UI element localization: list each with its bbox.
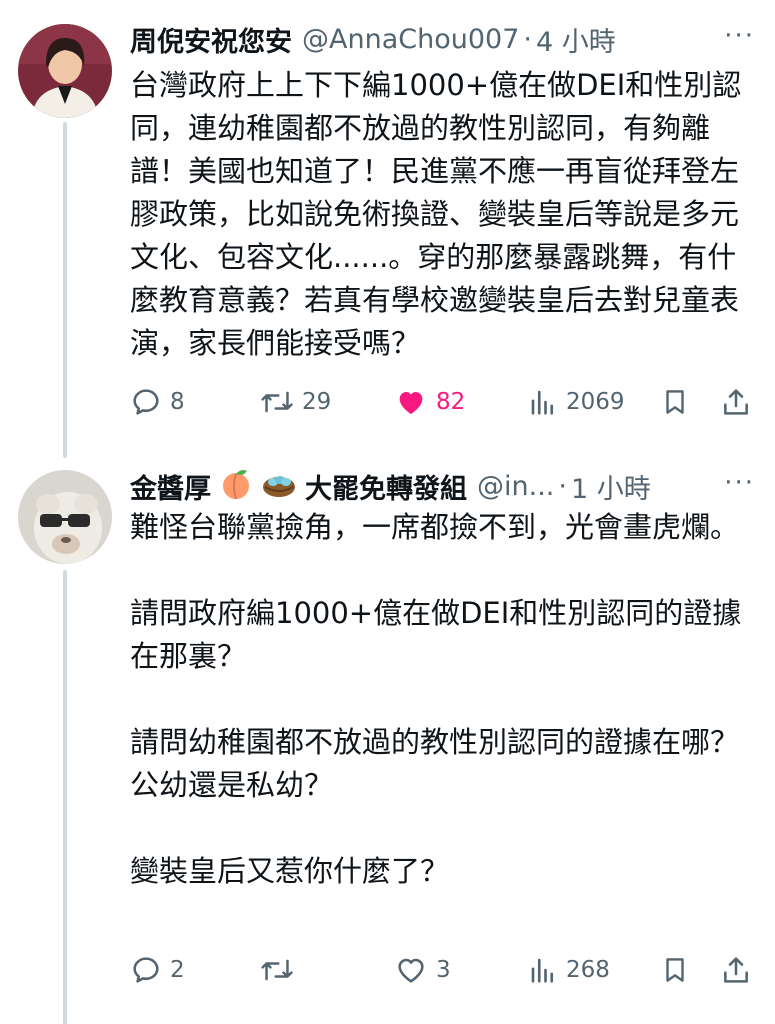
- tweet-text: 台灣政府上上下下編1000+億在做DEI和性別認同，連幼稚園都不放過的教性別認同…: [130, 68, 742, 360]
- retweet-button[interactable]: [260, 950, 302, 990]
- timestamp[interactable]: 1 小時: [571, 467, 651, 506]
- like-button[interactable]: 82: [394, 382, 465, 422]
- separator: ·: [558, 470, 567, 502]
- bookmark-icon: [660, 386, 690, 418]
- reply-icon: [130, 954, 162, 986]
- tweet[interactable]: 周倪安祝您安 @AnnaChou007 · 4 小時 ··· 台灣政府上上下下編…: [0, 0, 775, 458]
- retweet-icon: [260, 386, 294, 418]
- views-icon: [528, 955, 558, 985]
- more-icon[interactable]: ···: [724, 468, 755, 498]
- like-count: 82: [436, 389, 466, 415]
- handle[interactable]: @in...: [477, 471, 554, 502]
- bookmark-icon: [660, 954, 690, 986]
- thread-line: [63, 122, 67, 458]
- tweet[interactable]: 金醬厚 大罷免轉發組 @in... · 1 小時 ··· 難怪台聯黨撿角，一席都…: [0, 452, 775, 1024]
- share-button[interactable]: [720, 382, 752, 422]
- tweet-header: 金醬厚 大罷免轉發組 @in... · 1 小時 ···: [130, 464, 755, 508]
- reply-button[interactable]: 2: [130, 950, 185, 990]
- share-icon: [720, 386, 752, 418]
- reply-button[interactable]: 8: [130, 382, 185, 422]
- views-button[interactable]: 2069: [528, 382, 625, 422]
- views-button[interactable]: 268: [528, 950, 610, 990]
- separator: ·: [523, 23, 532, 55]
- retweet-count: 29: [302, 389, 332, 415]
- like-count: 3: [436, 957, 451, 983]
- avatar[interactable]: [18, 24, 112, 118]
- more-icon[interactable]: ···: [724, 21, 755, 51]
- action-bar: 2 3 268: [130, 950, 755, 990]
- share-button[interactable]: [720, 950, 752, 990]
- peach-emoji: [219, 467, 253, 505]
- heart-icon: [394, 954, 428, 986]
- share-icon: [720, 954, 752, 986]
- retweet-button[interactable]: 29: [260, 382, 331, 422]
- handle[interactable]: @AnnaChou007: [302, 24, 519, 55]
- heart-icon: [394, 386, 428, 418]
- timestamp[interactable]: 4 小時: [536, 20, 616, 59]
- tweet-text: 難怪台聯黨撿角，一席都撿不到，光會畫虎爛。 請問政府編1000+億在做DEI和性…: [130, 510, 742, 888]
- action-bar: 8 29 82 2069: [130, 382, 755, 422]
- retweet-icon: [260, 954, 294, 986]
- views-icon: [528, 387, 558, 417]
- display-name-suffix[interactable]: 大罷免轉發組: [305, 467, 467, 506]
- like-button[interactable]: 3: [394, 950, 451, 990]
- thread-line: [63, 570, 67, 1024]
- bookmark-button[interactable]: [660, 382, 690, 422]
- views-count: 268: [566, 957, 610, 983]
- bookmark-button[interactable]: [660, 950, 690, 990]
- views-count: 2069: [566, 389, 625, 415]
- nest-with-eggs-emoji: [261, 467, 297, 505]
- reply-icon: [130, 386, 162, 418]
- avatar[interactable]: [18, 470, 112, 564]
- display-name[interactable]: 周倪安祝您安: [130, 20, 292, 59]
- tweet-header: 周倪安祝您安 @AnnaChou007 · 4 小時 ···: [130, 17, 755, 61]
- reply-count: 2: [170, 957, 185, 983]
- display-name[interactable]: 金醬厚: [130, 467, 211, 506]
- reply-count: 8: [170, 389, 185, 415]
